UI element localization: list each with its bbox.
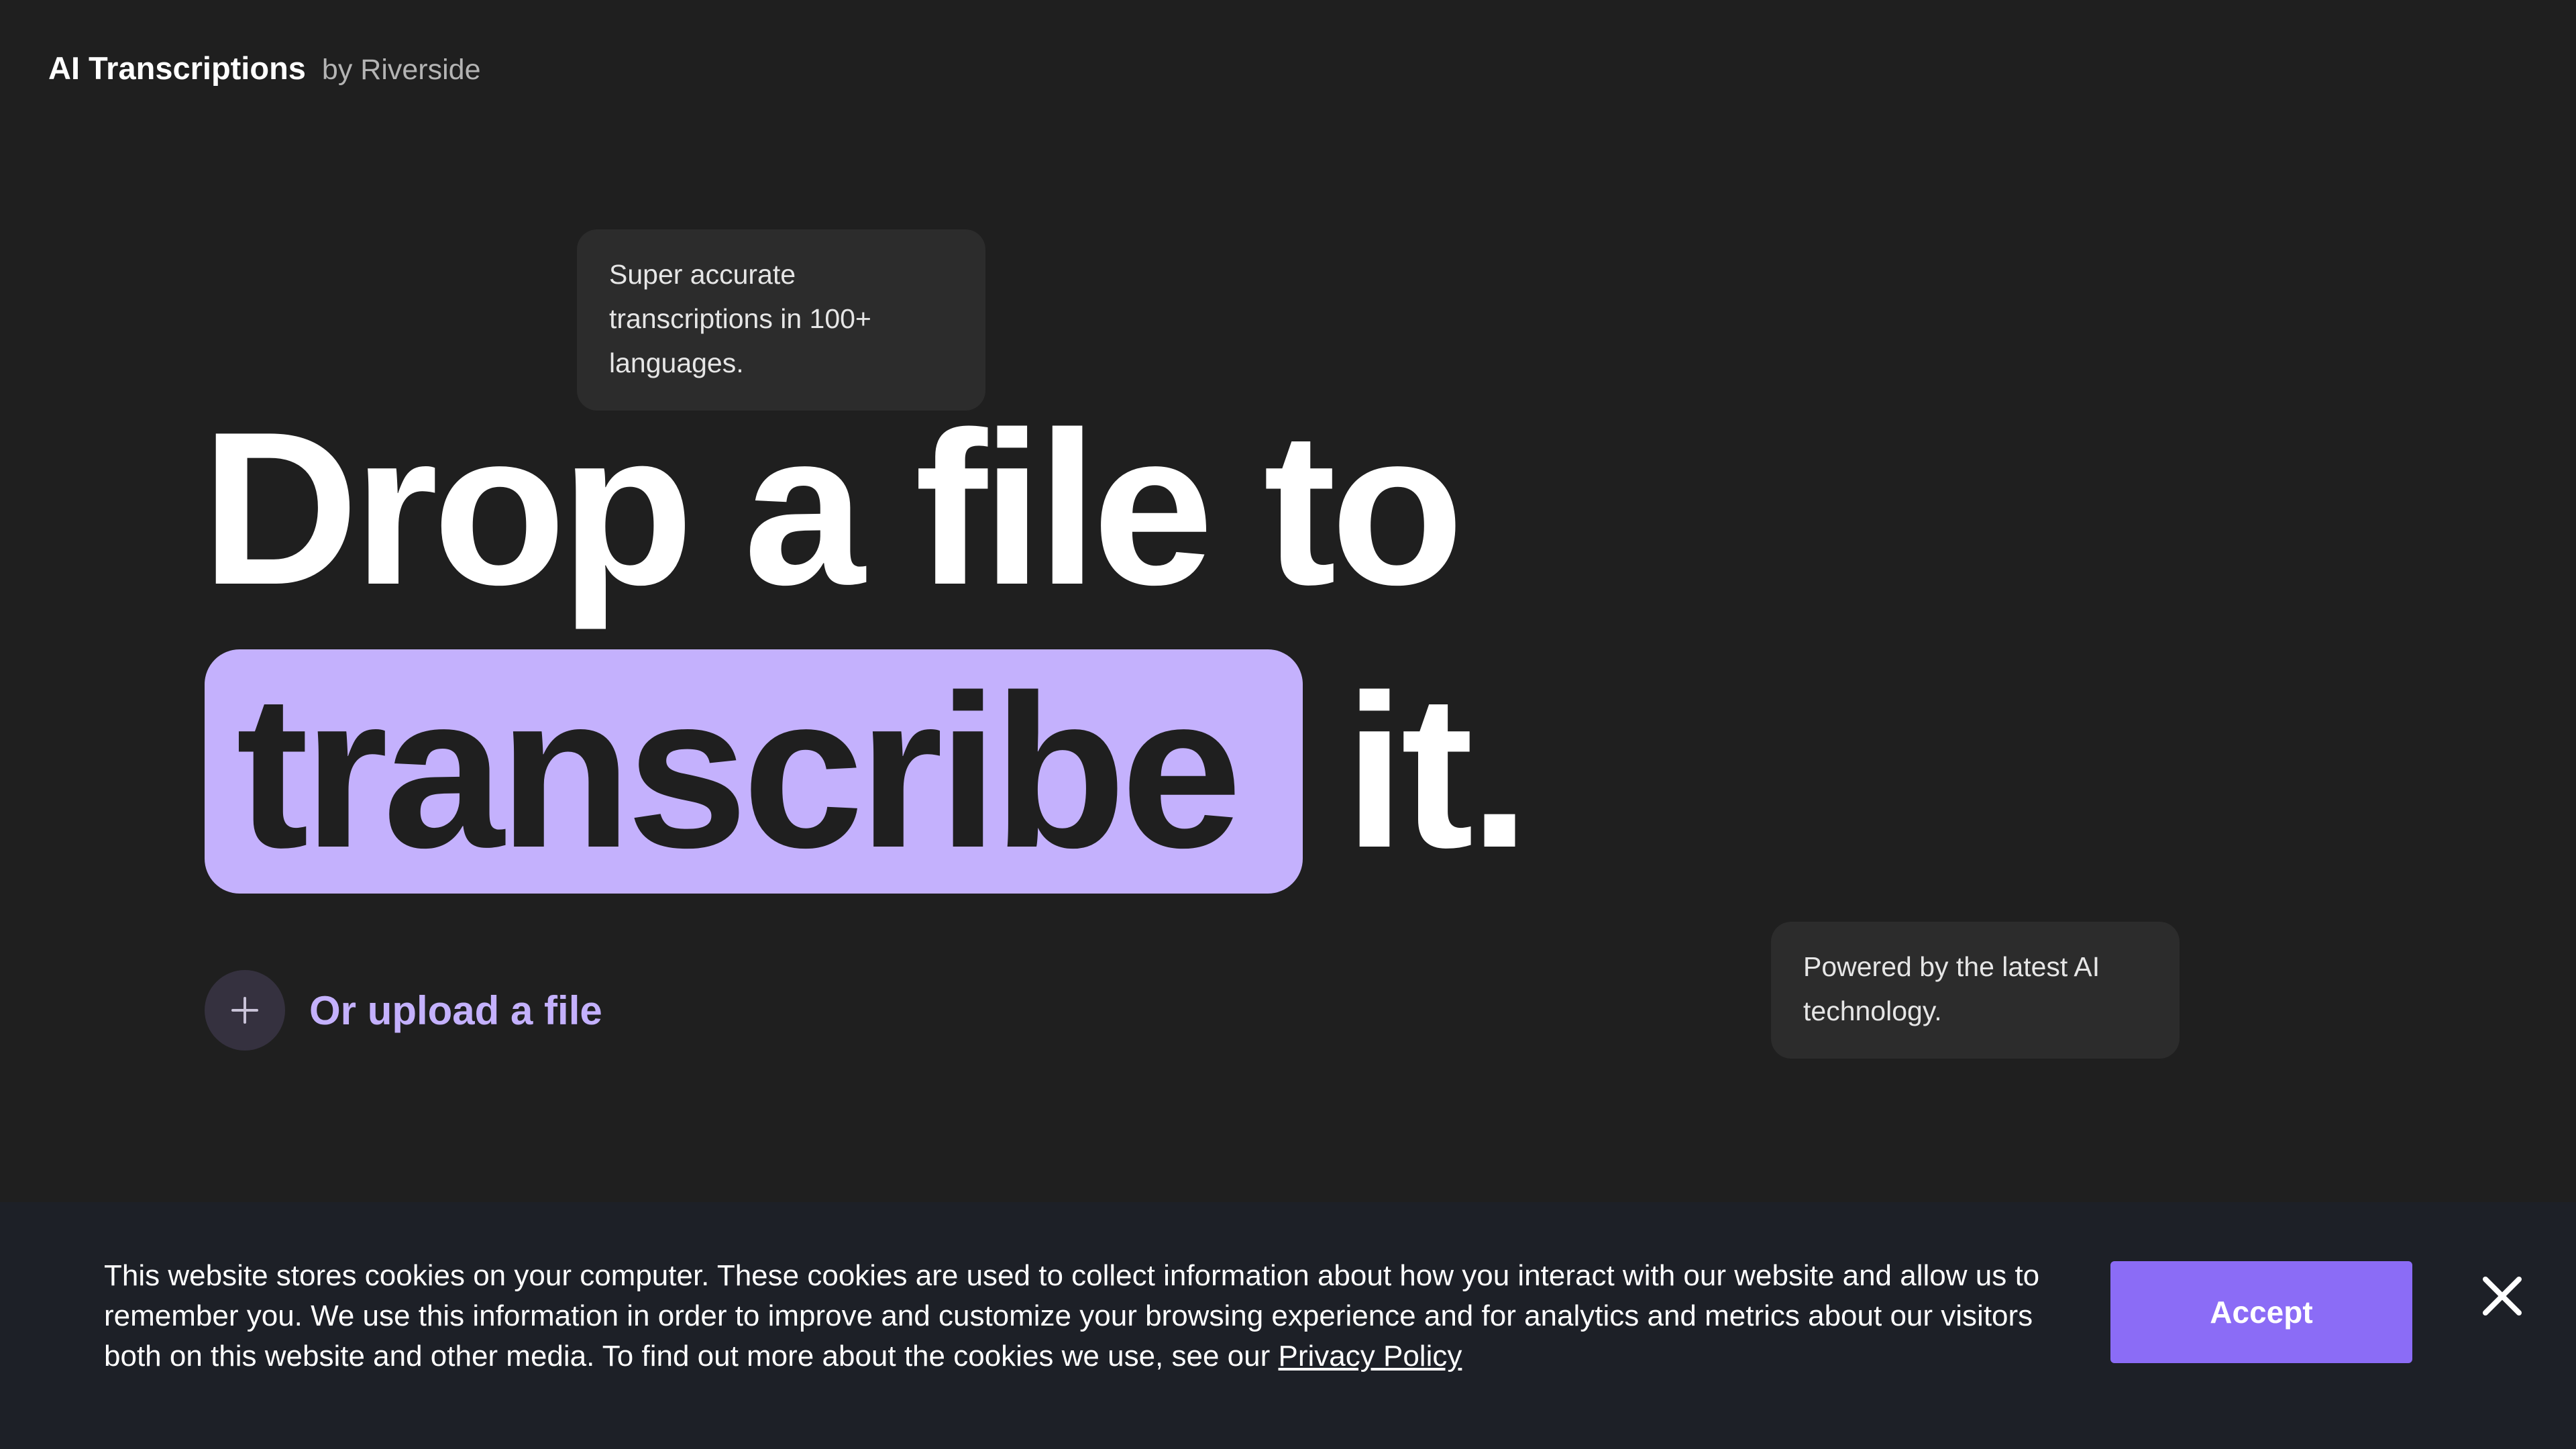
hero-headline-line1: Drop a file to xyxy=(201,386,1464,630)
brand-title[interactable]: AI Transcriptions xyxy=(48,50,306,87)
hero-headline-suffix: it. xyxy=(1344,649,1530,893)
privacy-policy-link[interactable]: Privacy Policy xyxy=(1279,1340,1462,1373)
tooltip-accuracy: Super accurate transcriptions in 100+ la… xyxy=(577,229,985,411)
close-icon[interactable] xyxy=(2475,1269,2529,1323)
tooltip-technology: Powered by the latest AI technology. xyxy=(1771,922,2180,1059)
accept-cookies-button[interactable]: Accept xyxy=(2110,1261,2412,1363)
upload-file-button[interactable]: Or upload a file xyxy=(205,970,602,1051)
cookie-message: This website stores cookies on your comp… xyxy=(104,1256,2063,1377)
brand[interactable]: AI Transcriptions by Riverside xyxy=(48,50,481,87)
cookie-message-text: This website stores cookies on your comp… xyxy=(104,1259,2040,1373)
upload-file-label[interactable]: Or upload a file xyxy=(309,987,602,1034)
plus-icon[interactable] xyxy=(205,970,285,1051)
hero-highlight-word: transcribe xyxy=(236,649,1242,893)
cookie-banner: This website stores cookies on your comp… xyxy=(0,1202,2576,1449)
brand-byline: by Riverside xyxy=(321,54,481,86)
